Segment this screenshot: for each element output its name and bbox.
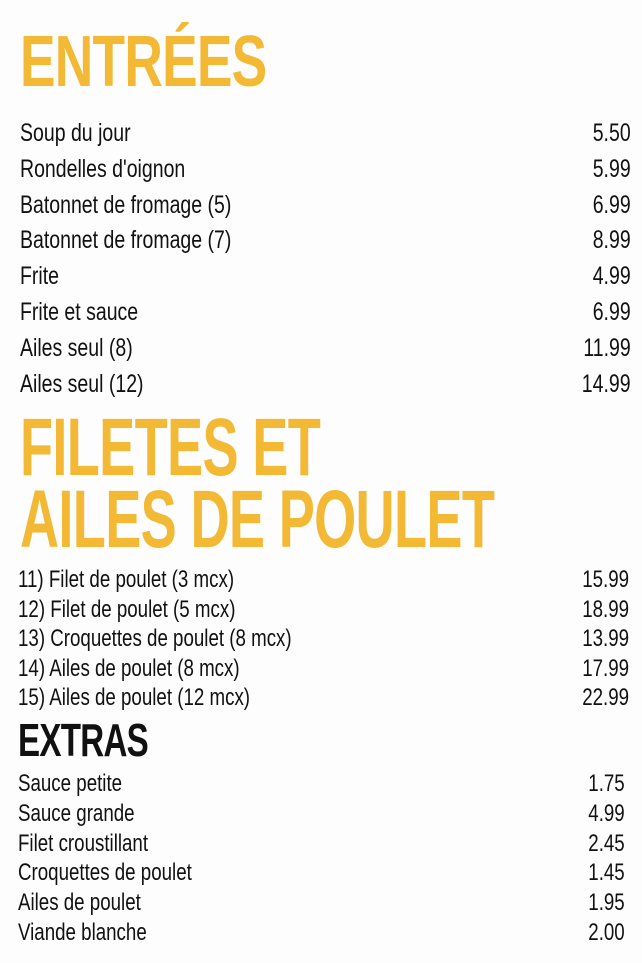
- menu-item: Sauce grande 4.99: [18, 800, 625, 830]
- menu-item-name: Rondelles d'oignon: [20, 154, 186, 183]
- filets-list: 11) Filet de poulet (3 mcx) 15.99 12) File…: [18, 566, 629, 714]
- menu-item-price: 5.50: [593, 119, 631, 147]
- menu-item-price: 2.00: [588, 918, 625, 946]
- menu-item-name: 15) Ailes de poulet (12 mcx): [18, 684, 251, 712]
- menu-item-price: 1.45: [588, 859, 625, 887]
- menu-item-name: Filet croustillant: [18, 829, 149, 857]
- menu-item: Ailes seul (12) 14.99: [20, 369, 631, 405]
- menu-item: 13) Croquettes de poulet (8 mcx) 13.99: [18, 625, 629, 655]
- menu-item-price: 18.99: [582, 595, 629, 623]
- menu-item-name: Sauce grande: [18, 799, 135, 827]
- menu-item-name: Frite et sauce: [20, 297, 139, 326]
- menu-item-name: Frite: [20, 262, 59, 291]
- menu-item-name: Viande blanche: [18, 918, 147, 946]
- menu-item-price: 13.99: [582, 625, 629, 653]
- menu-item-name: Sauce petite: [18, 770, 123, 797]
- entrees-heading: ENTRÉES: [20, 22, 267, 102]
- menu-item-price: 11.99: [583, 333, 631, 362]
- menu-item-name: Croquettes de poulet: [18, 859, 192, 887]
- menu-item: Viande blanche 2.00: [18, 919, 625, 949]
- menu-item: Filet croustillant 2.45: [18, 830, 625, 860]
- extras-list: Sauce petite 1.75 Sauce grande 4.99 Filet cr…: [18, 770, 625, 949]
- menu-item: Batonnet de fromage (5) 6.99: [20, 190, 631, 226]
- menu-item: Croquettes de poulet 1.45: [18, 859, 625, 889]
- menu-item-name: Soup du jour: [20, 119, 131, 147]
- menu-item: 15) Ailes de poulet (12 mcx) 22.99: [18, 684, 629, 714]
- menu-item: Frite et sauce 6.99: [20, 297, 631, 333]
- menu-item-name: Ailes seul (12): [20, 369, 144, 398]
- entrees-list: Soup du jour 5.50 Rondelles d'oignon 5.99 Ba…: [20, 118, 631, 404]
- menu-item-name: 12) Filet de poulet (5 mcx): [18, 595, 236, 623]
- menu-item: Soup du jour 5.50: [20, 118, 631, 154]
- menu-item-price: 6.99: [593, 190, 631, 219]
- menu-item: Rondelles d'oignon 5.99: [20, 154, 631, 190]
- menu-item-name: 11) Filet de poulet (3 mcx): [18, 566, 235, 593]
- menu-item-price: 14.99: [582, 369, 631, 398]
- menu-item-price: 2.45: [588, 829, 625, 857]
- menu-item: Batonnet de fromage (7) 8.99: [20, 225, 631, 261]
- menu-item-price: 8.99: [593, 226, 631, 255]
- menu-item-price: 4.99: [588, 799, 625, 827]
- menu-item-price: 1.95: [588, 889, 625, 917]
- menu-item-name: Batonnet de fromage (7): [20, 226, 232, 255]
- menu-item: Frite 4.99: [20, 261, 631, 297]
- menu-item-name: Ailes seul (8): [20, 333, 133, 362]
- extras-heading: EXTRAS: [18, 714, 149, 766]
- menu-item: 12) Filet de poulet (5 mcx) 18.99: [18, 596, 629, 626]
- menu-item: 14) Ailes de poulet (8 mcx) 17.99: [18, 655, 629, 685]
- menu-item-price: 4.99: [593, 262, 631, 291]
- menu-item: 11) Filet de poulet (3 mcx) 15.99: [18, 566, 629, 596]
- menu-item: Ailes de poulet 1.95: [18, 889, 625, 919]
- menu-item-name: Ailes de poulet: [18, 889, 141, 917]
- menu-item-price: 6.99: [593, 297, 631, 326]
- menu-item-price: 15.99: [582, 566, 629, 593]
- filets-heading: FILETES ET AILES DE POULET: [20, 407, 495, 561]
- filets-heading-line2: AILES DE POULET: [20, 474, 495, 565]
- menu-item-price: 1.75: [588, 770, 625, 797]
- menu-item-name: 14) Ailes de poulet (8 mcx): [18, 654, 240, 682]
- menu-item-name: Batonnet de fromage (5): [20, 190, 232, 219]
- menu-item-price: 5.99: [593, 154, 631, 183]
- menu-item-name: 13) Croquettes de poulet (8 mcx): [18, 625, 292, 653]
- menu-item: Ailes seul (8) 11.99: [20, 333, 631, 369]
- menu-item-price: 17.99: [582, 654, 629, 682]
- menu-item: Sauce petite 1.75: [18, 770, 625, 800]
- menu-item-price: 22.99: [582, 684, 629, 712]
